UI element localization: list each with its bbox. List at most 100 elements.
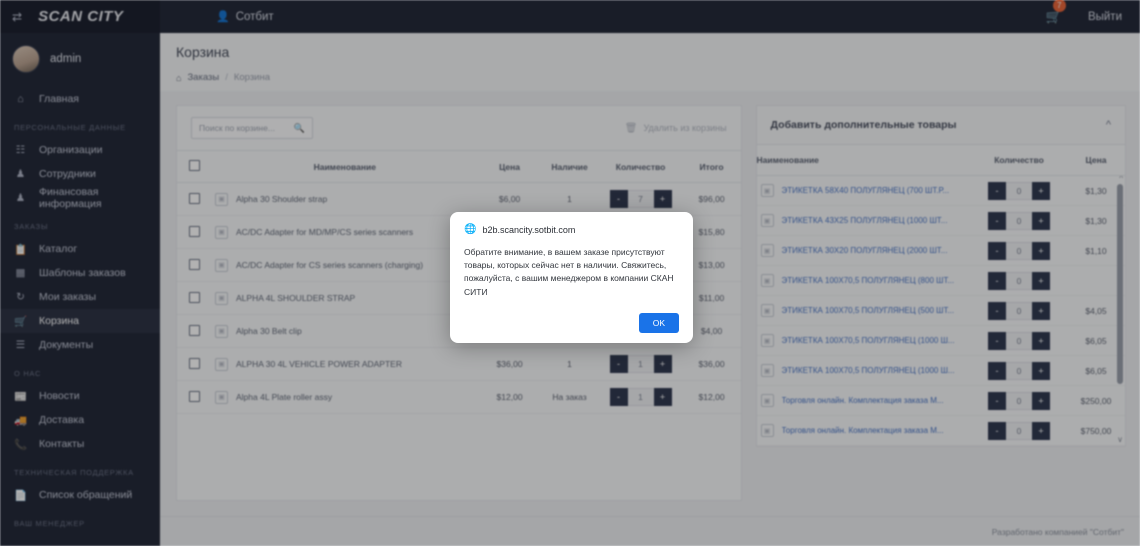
quantity-value[interactable]: 0	[1006, 392, 1032, 410]
quantity-value[interactable]: 0	[1006, 302, 1032, 320]
chevron-up-icon[interactable]: ^	[1106, 119, 1111, 131]
sidebar-item-moi-zakazy[interactable]: ↻ Мои заказы	[0, 285, 160, 309]
sidebar-item-kontakty[interactable]: 📞 Контакты	[0, 432, 160, 456]
quantity-value[interactable]: 7	[627, 190, 654, 208]
row-checkbox[interactable]	[188, 390, 200, 402]
product-name[interactable]: ALPHA 30 4L VEHICLE POWER ADAPTER	[236, 359, 402, 369]
quantity-decrease-button[interactable]: -	[988, 392, 1006, 410]
product-name[interactable]: AC/DC Adapter for MD/MP/CS series scanne…	[236, 227, 413, 237]
addon-product-name[interactable]: Торговля онлайн. Комплектация заказа М..…	[782, 396, 944, 405]
toggle-sidebar-icon[interactable]: ⇄	[12, 11, 22, 23]
quantity-stepper[interactable]: - 1 +	[609, 388, 672, 406]
quantity-increase-button[interactable]: +	[1032, 212, 1050, 230]
list-item[interactable]: ▣ Торговля онлайн. Комплектация заказа М…	[756, 415, 1125, 446]
quantity-decrease-button[interactable]: -	[609, 190, 628, 208]
sidebar-item-dostavka[interactable]: 🚚 Доставка	[0, 408, 160, 432]
list-item[interactable]: ▣ ЭТИКЕТКА 100X70,5 ПОЛУГЛЯНЕЦ (1000 Ш..…	[756, 355, 1125, 386]
addon-product-name[interactable]: ЭТИКЕТКА 100X70,5 ПОЛУГЛЯНЕЦ (1000 Ш...	[782, 366, 955, 375]
list-item[interactable]: ▣ ЭТИКЕТКА 100X70,5 ПОЛУГЛЯНЕЦ (1000 Ш..…	[756, 325, 1125, 356]
quantity-value[interactable]: 0	[1006, 182, 1032, 200]
sidebar-item-sotrudniki[interactable]: ♟ Сотрудники	[0, 162, 160, 186]
remove-from-cart-button[interactable]: 🗑 Удалить из корзины	[625, 123, 727, 134]
quantity-value[interactable]: 0	[1006, 422, 1032, 440]
product-name[interactable]: Alpha 30 Belt clip	[236, 326, 302, 336]
product-name[interactable]: Alpha 30 Shoulder strap	[236, 194, 327, 204]
addon-scroll-area[interactable]: ▣ ЭТИКЕТКА 58X40 ПОЛУГЛЯНЕЦ (700 ШТ.Р...…	[756, 176, 1125, 446]
sidebar-item-novosti[interactable]: 📰 Новости	[0, 384, 160, 408]
quantity-value[interactable]: 1	[627, 355, 654, 373]
list-item[interactable]: ▣ ЭТИКЕТКА 100X70,5 ПОЛУГЛЯНЕЦ (800 ШТ..…	[756, 265, 1125, 296]
select-all-checkbox[interactable]	[188, 160, 200, 171]
quantity-value[interactable]: 0	[1006, 362, 1032, 380]
addon-product-name[interactable]: ЭТИКЕТКА 100X70,5 ПОЛУГЛЯНЕЦ (500 ШТ...	[782, 306, 955, 315]
quantity-decrease-button[interactable]: -	[988, 212, 1006, 230]
search-input[interactable]: Поиск по корзине... 🔍	[191, 117, 313, 139]
quantity-decrease-button[interactable]: -	[988, 422, 1006, 440]
quantity-decrease-button[interactable]: -	[988, 362, 1006, 380]
quantity-stepper[interactable]: - 0 +	[988, 362, 1050, 380]
sidebar-item-shablony-zakazov[interactable]: ▦ Шаблоны заказов	[0, 261, 160, 285]
product-name[interactable]: Alpha 4L Plate roller assy	[236, 392, 332, 402]
quantity-decrease-button[interactable]: -	[988, 182, 1006, 200]
sidebar-item-korzina[interactable]: 🛒 Корзина	[0, 309, 160, 333]
quantity-increase-button[interactable]: +	[1032, 182, 1050, 200]
row-checkbox[interactable]	[188, 357, 200, 369]
quantity-decrease-button[interactable]: -	[609, 388, 628, 406]
logout-button[interactable]: Выйти	[1088, 11, 1122, 23]
sidebar-item-katalog[interactable]: 📋 Каталог	[0, 237, 160, 261]
addon-product-name[interactable]: ЭТИКЕТКА 43X25 ПОЛУГЛЯНЕЦ (1000 ШТ...	[782, 216, 948, 225]
quantity-decrease-button[interactable]: -	[988, 242, 1006, 260]
quantity-increase-button[interactable]: +	[1032, 332, 1050, 350]
addon-product-name[interactable]: ЭТИКЕТКА 30X20 ПОЛУГЛЯНЕЦ (2000 ШТ...	[782, 246, 948, 255]
quantity-increase-button[interactable]: +	[1032, 242, 1050, 260]
quantity-value[interactable]: 0	[1006, 242, 1032, 260]
quantity-stepper[interactable]: - 0 +	[988, 182, 1050, 200]
quantity-value[interactable]: 0	[1006, 332, 1032, 350]
quantity-stepper[interactable]: - 0 +	[988, 212, 1050, 230]
quantity-stepper[interactable]: - 0 +	[988, 272, 1050, 290]
sidebar-item-dokumenty[interactable]: ☰ Документы	[0, 333, 160, 357]
brand-logo[interactable]: SCAN CITY	[38, 8, 123, 25]
sidebar-item-organizacii[interactable]: ☷ Организации	[0, 138, 160, 162]
quantity-value[interactable]: 1	[627, 388, 654, 406]
list-item[interactable]: ▣ ЭТИКЕТКА 43X25 ПОЛУГЛЯНЕЦ (1000 ШТ... …	[756, 205, 1125, 236]
product-name[interactable]: AC/DC Adapter for CS series scanners (ch…	[236, 260, 423, 270]
dialog-ok-button[interactable]: OK	[638, 312, 679, 333]
quantity-increase-button[interactable]: +	[1032, 422, 1050, 440]
list-item[interactable]: ▣ ЭТИКЕТКА 100X70,5 ПОЛУГЛЯНЕЦ (500 ШТ..…	[756, 295, 1125, 326]
scroll-up-icon[interactable]: ^	[1119, 176, 1123, 183]
quantity-stepper[interactable]: - 1 +	[609, 355, 672, 373]
addon-product-name[interactable]: ЭТИКЕТКА 58X40 ПОЛУГЛЯНЕЦ (700 ШТ.Р...	[782, 186, 950, 195]
quantity-decrease-button[interactable]: -	[609, 355, 628, 373]
row-checkbox[interactable]	[188, 192, 200, 204]
scroll-down-icon[interactable]: ∨	[1117, 435, 1123, 444]
table-row[interactable]: ▣ Alpha 30 Shoulder strap $6,00 1 - 7 + …	[177, 182, 741, 216]
list-item[interactable]: ▣ Торговля онлайн. Комплектация заказа М…	[756, 385, 1125, 416]
product-name[interactable]: ALPHA 4L SHOULDER STRAP	[236, 293, 355, 303]
addon-product-name[interactable]: ЭТИКЕТКА 100X70,5 ПОЛУГЛЯНЕЦ (1000 Ш...	[782, 336, 955, 345]
quantity-stepper[interactable]: - 7 +	[609, 190, 672, 208]
quantity-value[interactable]: 0	[1006, 212, 1032, 230]
addon-scrollbar[interactable]	[1117, 184, 1123, 384]
quantity-increase-button[interactable]: +	[653, 388, 672, 406]
addon-product-name[interactable]: ЭТИКЕТКА 100X70,5 ПОЛУГЛЯНЕЦ (800 ШТ...	[782, 276, 955, 285]
quantity-increase-button[interactable]: +	[1032, 302, 1050, 320]
row-checkbox[interactable]	[188, 258, 200, 270]
sidebar-user[interactable]: admin	[0, 33, 160, 87]
list-item[interactable]: ▣ ЭТИКЕТКА 30X20 ПОЛУГЛЯНЕЦ (2000 ШТ... …	[756, 235, 1125, 266]
addon-product-name[interactable]: Торговля онлайн. Комплектация заказа М..…	[782, 426, 944, 435]
sidebar-item-finansovaya-informaciya[interactable]: ♟ Финансовая информация	[0, 186, 160, 210]
quantity-stepper[interactable]: - 0 +	[988, 332, 1050, 350]
quantity-increase-button[interactable]: +	[1032, 272, 1050, 290]
sidebar-item-spisok-obrashchenij[interactable]: 📄 Список обращений	[0, 483, 160, 507]
additional-products-header[interactable]: Добавить дополнительные товары ^	[755, 105, 1126, 145]
quantity-increase-button[interactable]: +	[653, 355, 672, 373]
table-row[interactable]: ▣ Alpha 4L Plate roller assy $12,00 На з…	[177, 380, 741, 414]
quantity-decrease-button[interactable]: -	[988, 302, 1006, 320]
quantity-stepper[interactable]: - 0 +	[988, 242, 1050, 260]
partner-link[interactable]: 👤 Сотбит	[216, 10, 274, 24]
breadcrumb-parent[interactable]: Заказы	[187, 72, 219, 83]
quantity-decrease-button[interactable]: -	[988, 332, 1006, 350]
quantity-value[interactable]: 0	[1006, 272, 1032, 290]
quantity-stepper[interactable]: - 0 +	[988, 302, 1050, 320]
